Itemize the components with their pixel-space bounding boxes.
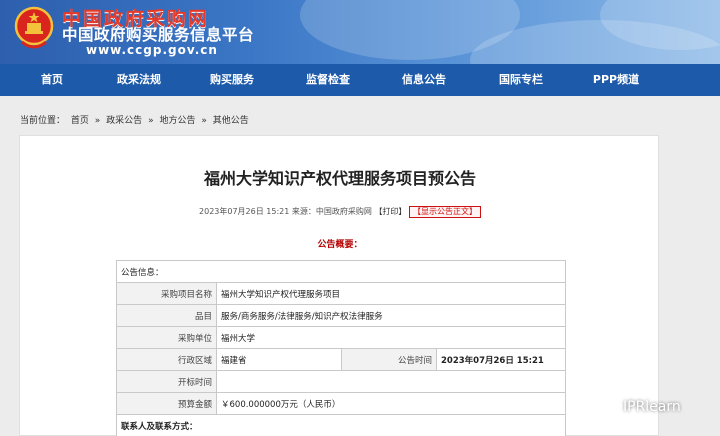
wechat-icon — [595, 398, 619, 416]
breadcrumb-item-home[interactable]: 首页 — [71, 116, 89, 126]
contact-section-title: 联系人及联系方式： — [116, 414, 566, 436]
breadcrumb-item-other[interactable]: 其他公告 — [213, 116, 249, 126]
breadcrumb-separator: » — [148, 116, 154, 126]
watermark: IPRlearn — [595, 398, 681, 416]
nav-item-announcements[interactable]: 信息公告 — [376, 64, 472, 96]
site-subtitle: 中国政府购买服务信息平台 — [62, 26, 255, 44]
show-full-text-button[interactable]: 【显示公告正文】 — [408, 206, 481, 218]
row-label: 开标时间 — [116, 370, 217, 393]
article-datetime: 2023年07月26日 15:21 — [199, 207, 290, 216]
table-row: 品目 服务/商务服务/法律服务/知识产权法律服务 — [116, 304, 566, 327]
row-value: 2023年07月26日 15:21 — [436, 348, 566, 371]
table-row: 采购单位 福州大学 — [116, 326, 566, 349]
breadcrumb-prefix: 当前位置： — [20, 116, 66, 126]
site-url: www.ccgp.gov.cn — [86, 43, 218, 57]
table-row: 行政区域 福建省 公告时间 2023年07月26日 15:21 — [116, 348, 566, 371]
row-label: 公告时间 — [341, 348, 437, 371]
source-label: 来源： — [291, 207, 316, 216]
row-label: 采购项目名称 — [116, 282, 217, 305]
article-source: 中国政府采购网 — [315, 207, 372, 216]
nav-item-international[interactable]: 国际专栏 — [472, 64, 570, 96]
article-card: 福州大学知识产权代理服务项目预公告 2023年07月26日 15:21 来源：中… — [19, 135, 659, 436]
section-title: 公告信息： — [116, 260, 566, 283]
row-label: 行政区域 — [116, 348, 217, 371]
article-meta: 2023年07月26日 15:21 来源：中国政府采购网 【打印】 【显示公告正… — [20, 206, 660, 218]
table-row: 预算金额 ￥600.000000万元（人民币） — [116, 392, 566, 415]
breadcrumb-separator: » — [94, 116, 101, 126]
table-row: 开标时间 — [116, 370, 566, 393]
row-value: 福州大学 — [216, 326, 566, 349]
breadcrumb-item-local[interactable]: 地方公告 — [159, 116, 195, 126]
nav-item-purchase-services[interactable]: 购买服务 — [184, 64, 280, 96]
table-row: 公告信息： — [116, 260, 566, 283]
row-value: 福州大学知识产权代理服务项目 — [216, 282, 566, 305]
nav-item-supervision[interactable]: 监督检查 — [280, 64, 376, 96]
table-row: 采购项目名称 福州大学知识产权代理服务项目 — [116, 282, 566, 305]
row-value: 服务/商务服务/法律服务/知识产权法律服务 — [216, 304, 566, 327]
row-value: ￥600.000000万元（人民币） — [216, 392, 566, 415]
watermark-text: IPRlearn — [623, 399, 681, 415]
breadcrumb-item-procurement[interactable]: 政采公告 — [106, 116, 142, 126]
announcement-info-table: 公告信息： 采购项目名称 福州大学知识产权代理服务项目 品目 服务/商务服务/法… — [116, 260, 566, 436]
print-link[interactable]: 【打印】 — [374, 207, 406, 216]
table-row: 联系人及联系方式： — [116, 414, 566, 436]
nav-item-home[interactable]: 首页 — [10, 64, 94, 96]
row-value — [216, 370, 566, 393]
national-emblem-icon — [14, 6, 54, 49]
article-title: 福州大学知识产权代理服务项目预公告 — [203, 169, 476, 188]
nav-item-ppp[interactable]: PPP频道 — [570, 64, 662, 96]
row-label: 品目 — [116, 304, 217, 327]
site-header: 中国政府采购网 中国政府购买服务信息平台 www.ccgp.gov.cn — [0, 0, 720, 64]
row-label: 预算金额 — [116, 392, 217, 415]
breadcrumb-separator: » — [201, 116, 207, 126]
main-nav: 首页 政采法规 购买服务 监督检查 信息公告 国际专栏 PPP频道 — [0, 64, 720, 96]
row-label: 采购单位 — [116, 326, 217, 349]
summary-label: 公告概要： — [317, 240, 363, 250]
breadcrumb: 当前位置： 首页 » 政采公告 » 地方公告 » 其他公告 — [20, 113, 252, 126]
row-value: 福建省 — [216, 348, 342, 371]
nav-item-regulations[interactable]: 政采法规 — [94, 64, 184, 96]
